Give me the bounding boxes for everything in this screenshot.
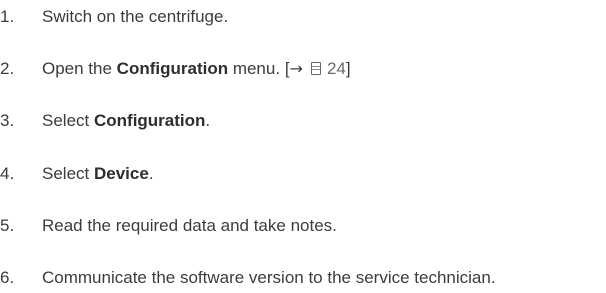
reference-close-bracket: ]	[345, 59, 351, 78]
arrow-right-icon: →	[289, 59, 303, 78]
step-text: Communicate the software version to the …	[42, 268, 496, 287]
reference-page-number: 24	[326, 59, 346, 78]
step-text: Select Configuration.	[42, 109, 210, 133]
page-reference-link[interactable]: [→ 24]	[285, 59, 351, 78]
page-reference-icon	[310, 62, 321, 75]
step-text: Select Device.	[42, 162, 154, 186]
step-number: 1.	[0, 7, 15, 26]
step-text: Open the Configuration menu. [→ 24]	[42, 57, 351, 81]
menu-name: Configuration	[116, 59, 229, 78]
step-number: 4.	[0, 164, 15, 183]
step-text-before: Open the	[42, 59, 117, 78]
step-text-before: Select	[42, 111, 94, 130]
menu-item-name: Device	[93, 164, 149, 183]
menu-item-name: Configuration	[93, 111, 206, 130]
step-number: 5.	[0, 216, 15, 235]
step-text-after: .	[148, 164, 154, 183]
step-number: 3.	[0, 111, 15, 130]
step-text-after: menu.	[228, 59, 281, 78]
step-number: 2.	[0, 59, 15, 78]
step-text: Switch on the centrifuge.	[42, 7, 229, 26]
step-text: Read the required data and take notes.	[42, 216, 337, 235]
step-number: 6.	[0, 268, 15, 287]
step-text-after: .	[205, 111, 211, 130]
step-text-before: Select	[42, 164, 94, 183]
